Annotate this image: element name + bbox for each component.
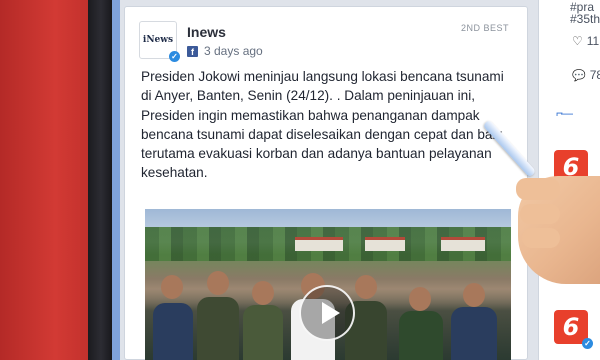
presenter-finger (516, 178, 560, 200)
comment-icon: 💬 (572, 69, 586, 82)
likes-metric[interactable]: ♡ 11 (572, 34, 599, 48)
ranking-badge: 2ND BEST (460, 23, 509, 33)
heart-icon: ♡ (572, 34, 583, 48)
post-timestamp[interactable]: 3 days ago (204, 44, 263, 58)
screen-bezel (88, 0, 114, 360)
video-person (197, 297, 239, 360)
verified-icon: ✓ (169, 51, 180, 62)
video-building (441, 237, 485, 251)
video-person (243, 305, 283, 360)
video-person-head (161, 275, 183, 299)
comments-metric[interactable]: 💬 78 (572, 68, 600, 82)
social-post-card[interactable]: iNews ✓ Inews f 3 days ago 2ND BEST Pres… (124, 6, 528, 360)
presenter-finger (520, 204, 560, 224)
video-building (295, 237, 343, 251)
hashtag-line-2[interactable]: #35th (570, 12, 600, 26)
verified-icon: ✓ (582, 338, 593, 349)
presenter-finger (522, 228, 560, 248)
post-meta: f 3 days ago (187, 44, 263, 58)
video-person-head (409, 287, 431, 311)
video-person-head (207, 271, 229, 295)
post-video[interactable] (145, 209, 511, 360)
post-caption: Presiden Jokowi meninjau langsung lokasi… (141, 69, 507, 181)
studio-red-wall (0, 0, 92, 360)
comments-count: 78 (589, 68, 600, 82)
video-person (153, 303, 193, 360)
video-person-head (355, 275, 377, 299)
inews-logo-text: iNews (142, 35, 174, 45)
share-line-icon[interactable]: ⌐— (556, 106, 573, 120)
screen-edge-glow (112, 0, 120, 360)
likes-count: 11 (586, 34, 600, 48)
play-icon[interactable] (299, 285, 355, 341)
post-author[interactable]: Inews (187, 24, 226, 40)
video-person-head (463, 283, 485, 307)
video-person (399, 311, 443, 360)
facebook-icon: f (187, 45, 198, 57)
video-person (451, 307, 497, 360)
video-building (365, 237, 405, 251)
video-person-head (252, 281, 274, 305)
